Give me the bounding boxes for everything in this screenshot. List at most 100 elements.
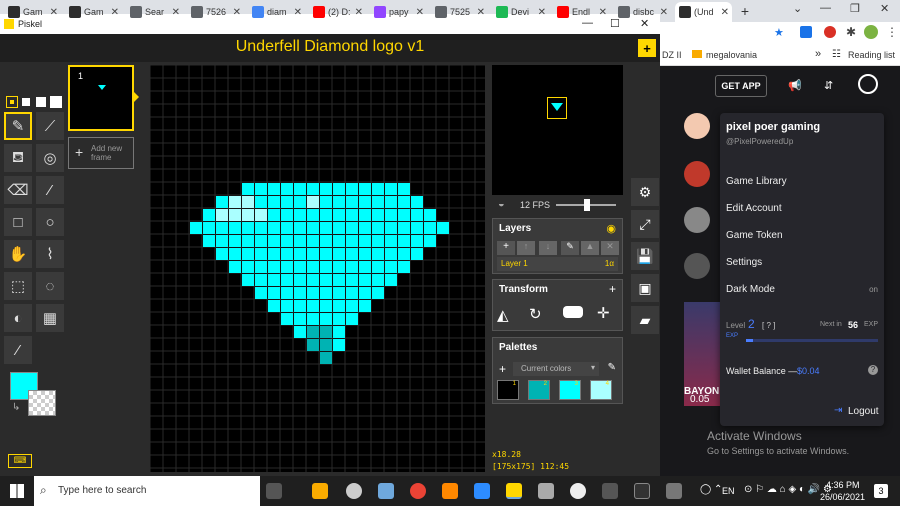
- app-icon[interactable]: [570, 483, 586, 499]
- eye-icon[interactable]: ◉: [606, 222, 616, 235]
- bookmark-star-icon[interactable]: ★: [774, 26, 784, 39]
- palette-swatch[interactable]: 2: [528, 380, 550, 400]
- tab-close-icon[interactable]: ✕: [111, 7, 119, 18]
- align-center-icon[interactable]: ✛: [597, 304, 610, 322]
- menu-item-game-library[interactable]: Game Library: [726, 176, 787, 187]
- level-hint[interactable]: [ ? ]: [762, 321, 775, 330]
- task-view-icon[interactable]: [266, 483, 282, 499]
- edit-palette-icon[interactable]: ✎: [608, 362, 616, 373]
- terminal-icon[interactable]: [634, 483, 650, 499]
- tab-close-icon[interactable]: ✕: [50, 7, 58, 18]
- file-explorer-icon[interactable]: [312, 483, 328, 499]
- paint-bucket-icon[interactable]: ⛾: [4, 144, 32, 172]
- clone-sheep-icon[interactable]: [563, 306, 583, 318]
- resize-icon[interactable]: ⤢: [631, 210, 659, 238]
- pen-size-4[interactable]: [50, 96, 62, 108]
- plus-icon[interactable]: +: [609, 282, 616, 296]
- browser-tab[interactable]: 7526 ✕: [187, 2, 244, 22]
- profile-dropdown-icon[interactable]: ⌄: [793, 2, 802, 15]
- shape-selection-icon[interactable]: ⌇: [36, 240, 64, 268]
- tray-icons[interactable]: ⊙ ⚐ ☁ ⌂ ◈ ◐ 🔊 ⚙: [744, 484, 832, 495]
- move-layer-down-icon[interactable]: ↓: [539, 241, 557, 255]
- extension-icon[interactable]: [800, 26, 812, 38]
- zoom-icon[interactable]: [474, 483, 490, 499]
- browser-tab[interactable]: (Und ✕: [675, 2, 732, 22]
- clock-date[interactable]: 26/06/2021: [820, 492, 865, 502]
- browser-tab[interactable]: disbc ✕: [614, 2, 671, 22]
- tab-close-icon[interactable]: ✕: [416, 7, 424, 18]
- tab-close-icon[interactable]: ✕: [721, 7, 729, 18]
- pen-tool-icon[interactable]: ✎: [4, 112, 32, 140]
- more-icon[interactable]: ⋮: [886, 25, 898, 39]
- palette-selector[interactable]: Current colors ▾: [513, 362, 599, 376]
- browser-tab[interactable]: Gam ✕: [65, 2, 122, 22]
- eraser-icon[interactable]: ⌫: [4, 176, 32, 204]
- notepad-icon[interactable]: [378, 483, 394, 499]
- document-title[interactable]: Underfell Diamond logo v1: [0, 38, 660, 56]
- pen-size-3[interactable]: [36, 97, 46, 107]
- move-hand-icon[interactable]: ✋: [4, 240, 32, 268]
- rotate-icon[interactable]: ↻: [529, 305, 542, 323]
- new-tab-button[interactable]: +: [736, 2, 754, 20]
- browser-tab[interactable]: papy ✕: [370, 2, 427, 22]
- circle-icon[interactable]: ○: [36, 208, 64, 236]
- tab-close-icon[interactable]: ✕: [599, 7, 607, 18]
- layer-row[interactable]: Layer 1 1α: [497, 257, 618, 271]
- reading-list-link[interactable]: Reading list: [848, 50, 895, 60]
- tab-close-icon[interactable]: ✕: [294, 7, 302, 18]
- add-new-frame-button[interactable]: + Add new frame: [68, 137, 134, 169]
- menu-item-edit-account[interactable]: Edit Account: [726, 203, 782, 214]
- get-app-button[interactable]: GET APP: [715, 75, 767, 97]
- browser-tab[interactable]: Sear ✕: [126, 2, 183, 22]
- browser-tab[interactable]: 7525 ✕: [431, 2, 488, 22]
- clock-time[interactable]: 4:36 PM: [826, 480, 860, 490]
- merge-layer-icon[interactable]: ▲: [581, 241, 599, 255]
- new-piskel-button[interactable]: +: [638, 39, 656, 57]
- settings-gear-icon[interactable]: ⚙: [631, 178, 659, 206]
- vertical-mirror-pen-icon[interactable]: ⟋: [36, 112, 64, 140]
- megaphone-icon[interactable]: 📢: [788, 79, 802, 92]
- minimize-icon[interactable]: —: [820, 2, 831, 14]
- browser-tab[interactable]: Endl ✕: [553, 2, 610, 22]
- profile-avatar-icon[interactable]: [858, 74, 878, 94]
- paint-same-color-icon[interactable]: ◎: [36, 144, 64, 172]
- dithering-icon[interactable]: ▦: [36, 304, 64, 332]
- add-layer-icon[interactable]: +: [497, 241, 515, 255]
- steam-icon[interactable]: [346, 483, 362, 499]
- lighten-icon[interactable]: ◐: [4, 304, 32, 332]
- rectangle-icon[interactable]: □: [4, 208, 32, 236]
- extension-icon[interactable]: [824, 26, 836, 38]
- frame-thumbnail[interactable]: 1: [68, 65, 134, 131]
- chevron-right-icon[interactable]: »: [815, 48, 821, 60]
- tab-close-icon[interactable]: ✕: [233, 7, 241, 18]
- leaderboard-icon[interactable]: ⇵: [824, 79, 833, 92]
- pen-size-1[interactable]: [6, 96, 18, 108]
- rectangle-selection-icon[interactable]: ⬚: [4, 272, 32, 300]
- menu-item-dark-mode[interactable]: Dark Mode: [726, 284, 775, 295]
- dark-mode-state[interactable]: on: [869, 285, 878, 294]
- color-picker-icon[interactable]: ⁄: [4, 336, 32, 364]
- tab-close-icon[interactable]: ✕: [355, 7, 363, 18]
- open-folder-icon[interactable]: ▰: [631, 306, 659, 334]
- bookmark-item[interactable]: DZ II: [662, 50, 682, 60]
- tab-close-icon[interactable]: ✕: [660, 7, 668, 18]
- swap-colors-icon[interactable]: ↳: [12, 402, 20, 413]
- add-palette-icon[interactable]: +: [499, 362, 506, 376]
- palette-swatch[interactable]: 1: [497, 380, 519, 400]
- delete-layer-icon[interactable]: ✕: [601, 241, 619, 255]
- browser-tab[interactable]: diam ✕: [248, 2, 305, 22]
- menu-item-settings[interactable]: Settings: [726, 257, 762, 268]
- close-icon[interactable]: ✕: [880, 2, 889, 15]
- tab-close-icon[interactable]: ✕: [172, 7, 180, 18]
- stroke-icon[interactable]: ⁄: [36, 176, 64, 204]
- app-icon[interactable]: [666, 483, 682, 499]
- system-tray-icons[interactable]: ◯ ⌃: [700, 484, 722, 495]
- flip-icon[interactable]: ◭: [497, 306, 509, 324]
- vlc-icon[interactable]: [442, 483, 458, 499]
- browser-tab[interactable]: Devi ✕: [492, 2, 549, 22]
- media-player-icon[interactable]: [602, 483, 618, 499]
- windows-start-icon[interactable]: [10, 484, 24, 498]
- keyboard-shortcuts-icon[interactable]: ⌨: [8, 454, 32, 468]
- export-image-icon[interactable]: ▣: [631, 274, 659, 302]
- secondary-color-swatch[interactable]: [28, 390, 56, 416]
